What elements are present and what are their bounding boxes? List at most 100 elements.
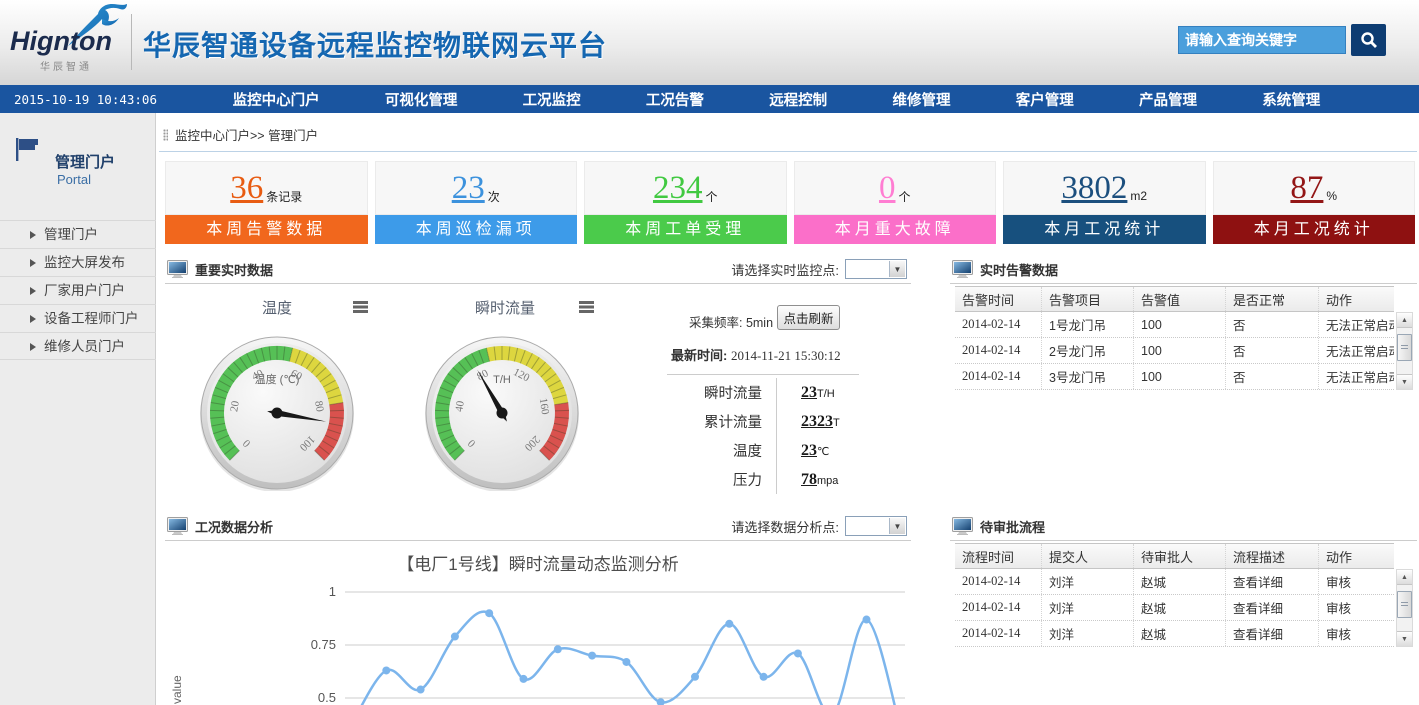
reading-unit: mpa [817,475,838,487]
table-scrollbar[interactable]: ▲ ▼ [1396,569,1413,647]
monitor-point-select[interactable]: ▼ [845,259,907,279]
stat-card: 3802m2本月工况统计 [1003,161,1206,244]
reading-label: 累计流量 [667,407,777,436]
nav-item-客户管理[interactable]: 客户管理 [1016,89,1074,110]
nav-item-产品管理[interactable]: 产品管理 [1139,89,1197,110]
svg-text:T/H: T/H [493,374,511,386]
table-cell: 赵城 [1133,621,1225,646]
readings-divider [667,374,859,375]
table-cell: 无法正常启动 [1318,338,1394,363]
reading-row: 累计流量2323T [667,407,907,436]
scrollbar-thumb[interactable] [1397,334,1412,361]
stat-card: 23次本周巡检漏项 [375,161,578,244]
search-input[interactable] [1179,27,1345,53]
nav-timestamp: 2015-10-19 10:43:06 [14,92,200,107]
hamburger-icon[interactable] [579,301,594,304]
select-label: 请选择实时监控点: [731,260,839,279]
reading-row: 温度23℃ [667,436,907,465]
stat-card-top: 234个 [584,161,787,215]
column-header: 流程时间 [955,544,1041,568]
chevron-down-icon: ▼ [889,518,905,534]
main-nav: 2015-10-19 10:43:06 监控中心门户 可视化管理 工况监控 工况告警 远… [0,85,1419,113]
stat-value: 0 [879,172,896,205]
nav-item-维修管理[interactable]: 维修管理 [892,89,950,110]
triangle-up-icon[interactable]: ▲ [1397,570,1412,585]
stat-card-label[interactable]: 本月工况统计 [1213,215,1416,244]
nav-item-远程控制[interactable]: 远程控制 [769,89,827,110]
flow-gauge: 04080120160200T/H [424,335,580,491]
stat-card-label[interactable]: 本月重大故障 [794,215,997,244]
portal-title: 管理门户 [55,151,115,172]
nav-item-可视化管理[interactable]: 可视化管理 [385,89,458,110]
table-cell: 3号龙门吊 [1041,364,1133,389]
refresh-button[interactable]: 点击刷新 [777,305,840,330]
column-header: 动作 [1318,544,1394,568]
page: Hignton 华辰智通 华辰智通设备远程监控物联网云平台 2015-10-19… [0,0,1419,705]
sidebar-item-管理门户[interactable]: 管理门户 [0,220,156,248]
alarm-table: 告警时间告警项目告警值是否正常动作2014-02-141号龙门吊100否无法正常… [955,286,1394,390]
approval-panel-header: 待审批流程 [950,512,1417,541]
triangle-down-icon[interactable]: ▼ [1397,374,1412,389]
page-title: 华辰智通设备远程监控物联网云平台 [143,24,607,64]
table-cell[interactable]: 审核 [1318,621,1394,646]
stat-card-label[interactable]: 本周告警数据 [165,215,368,244]
approval-table: 流程时间提交人待审批人流程描述动作2014-02-14刘洋赵城查看详细审核201… [955,543,1394,647]
sidebar-item-设备工程师门户[interactable]: 设备工程师门户 [0,304,156,332]
triangle-up-icon[interactable]: ▲ [1397,313,1412,328]
stat-card-label[interactable]: 本周工单受理 [584,215,787,244]
reading-row: 瞬时流量23T/H [667,378,907,407]
flag-icon [14,137,40,163]
table-cell[interactable]: 查看详细 [1225,595,1318,620]
alarm-panel: 实时告警数据 告警时间告警项目告警值是否正常动作2014-02-141号龙门吊1… [950,255,1417,512]
table-cell: 否 [1225,364,1318,389]
portal-header: 管理门户 Portal [0,135,156,205]
table-row: 2014-02-141号龙门吊100否无法正常启动 [955,312,1394,338]
reading-number: 23 [801,442,817,459]
grip-dots-icon [163,129,168,141]
table-cell[interactable]: 审核 [1318,595,1394,620]
triangle-down-icon[interactable]: ▼ [1397,631,1412,646]
stat-card-top: 23次 [375,161,578,215]
search-button[interactable] [1351,24,1386,56]
table-cell[interactable]: 审核 [1318,569,1394,594]
svg-text:温度 (℃): 温度 (℃) [255,372,300,386]
nav-item-工况告警[interactable]: 工况告警 [646,89,704,110]
top-header: Hignton 华辰智通 华辰智通设备远程监控物联网云平台 [0,0,1419,85]
table-scrollbar[interactable]: ▲ ▼ [1396,312,1413,390]
readings-list: 瞬时流量23T/H累计流量2323T温度23℃压力78mpa [667,378,907,494]
latest-time-label: 最新时间: [671,348,731,363]
column-header: 流程描述 [1225,544,1318,568]
table-cell: 无法正常启动 [1318,312,1394,337]
sidebar-item-厂家用户门户[interactable]: 厂家用户门户 [0,276,156,304]
panel-title: 实时告警数据 [980,260,1058,279]
gauge-title-flow: 瞬时流量 [445,297,565,318]
nav-item-工况监控[interactable]: 工况监控 [523,89,581,110]
analysis-panel: 10.750.5value 工况数据分析 请选择数据分析点: ▼ 【电厂1号线】… [165,512,911,705]
stat-card-label[interactable]: 本月工况统计 [1003,215,1206,244]
reading-value: 23T/H [777,384,835,402]
column-header: 告警值 [1133,287,1225,311]
frequency-label: 采集频率: 5min [689,312,773,331]
analysis-point-select[interactable]: ▼ [845,516,907,536]
table-row: 2014-02-14刘洋赵城查看详细审核 [955,621,1394,647]
table-cell[interactable]: 查看详细 [1225,621,1318,646]
sidebar: 管理门户 Portal 管理门户监控大屏发布厂家用户门户设备工程师门户维修人员门… [0,113,156,705]
sidebar-item-维修人员门户[interactable]: 维修人员门户 [0,332,156,360]
nav-item-监控中心门户[interactable]: 监控中心门户 [233,89,320,110]
table-row: 2014-02-14刘洋赵城查看详细审核 [955,569,1394,595]
stat-unit: 条记录 [266,188,302,205]
stat-unit: 个 [705,188,717,205]
stat-card-top: 36条记录 [165,161,368,215]
sidebar-item-监控大屏发布[interactable]: 监控大屏发布 [0,248,156,276]
table-cell: 刘洋 [1041,595,1133,620]
logo: Hignton 华辰智通 [10,2,132,82]
nav-item-系统管理[interactable]: 系统管理 [1262,89,1320,110]
realtime-panel: 重要实时数据 请选择实时监控点: ▼ 温度 瞬时流量 020406080100温… [165,255,911,512]
table-cell[interactable]: 查看详细 [1225,569,1318,594]
reading-row: 压力78mpa [667,465,907,494]
sidebar-menu: 管理门户监控大屏发布厂家用户门户设备工程师门户维修人员门户 [0,220,156,360]
stat-card-top: 87% [1213,161,1416,215]
scrollbar-thumb[interactable] [1397,591,1412,618]
hamburger-icon[interactable] [353,301,368,304]
stat-card-label[interactable]: 本周巡检漏项 [375,215,578,244]
